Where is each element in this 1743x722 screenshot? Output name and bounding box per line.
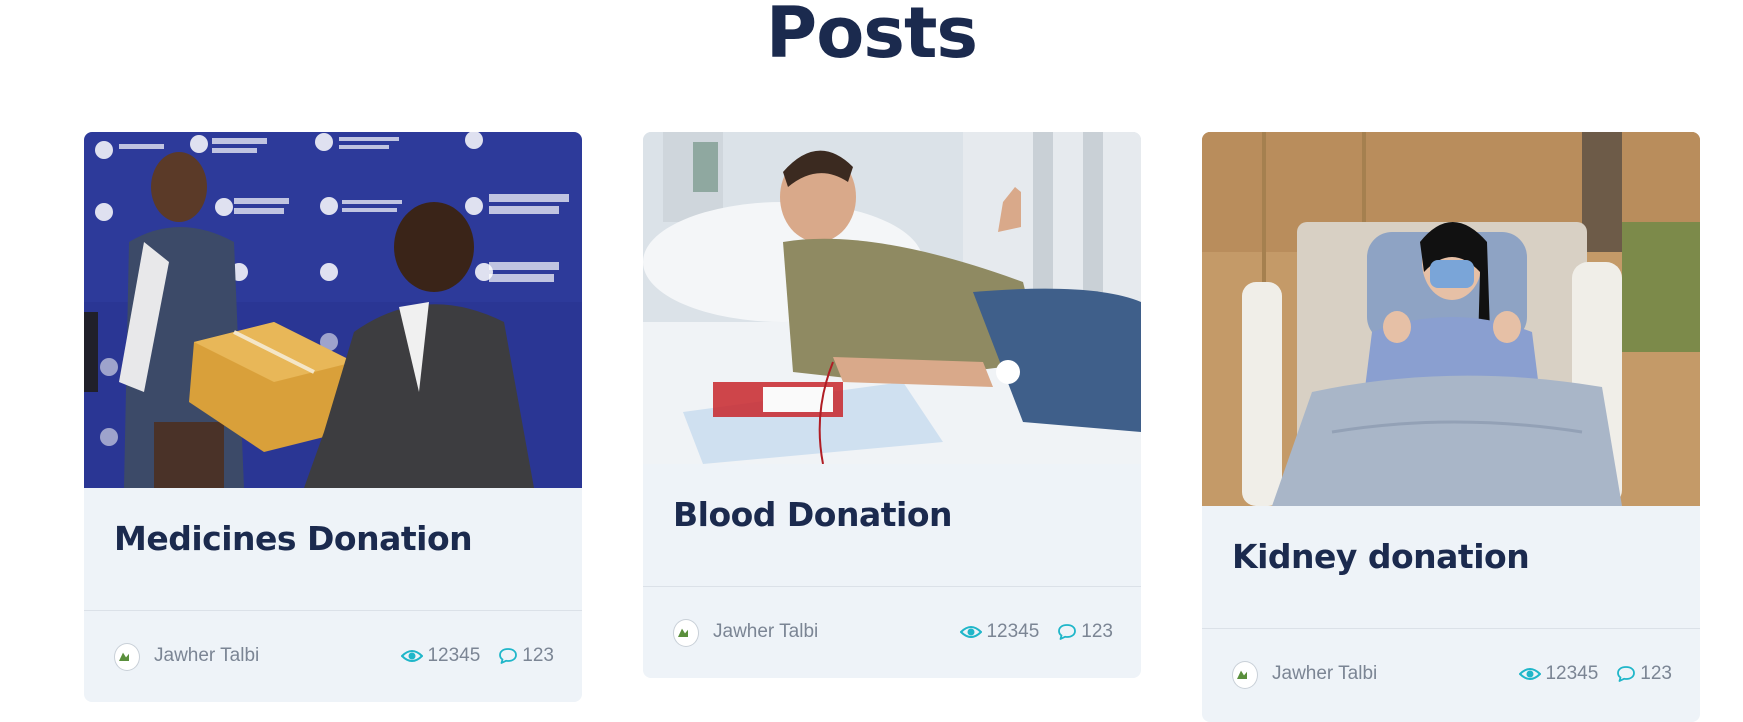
author-name[interactable]: Jawher Talbi [1272,663,1377,685]
author-avatar[interactable] [1232,661,1258,689]
comments-count: 123 [1081,621,1113,642]
post-title[interactable]: Medicines Donation [84,488,582,610]
post-meta: Jawher Talbi 12345 123 [643,587,1141,678]
comment-icon [1058,624,1077,640]
views-stat: 12345 [960,621,1039,643]
post-image-blood[interactable] [643,132,1141,464]
comments-stat: 123 [1616,663,1672,685]
comment-icon [1617,666,1636,682]
author-avatar[interactable] [673,619,699,647]
page-title: Posts [765,0,978,74]
comment-icon [499,648,518,664]
post-stats: 12345 123 [401,645,554,667]
post-image-medicines[interactable] [84,132,582,488]
post-meta: Jawher Talbi 12345 123 [1202,629,1700,721]
comments-stat: 123 [1057,621,1113,643]
comments-count: 123 [522,645,554,666]
post-card-blood[interactable]: Blood Donation Jawher Talbi 12345 123 [643,132,1141,678]
post-meta: Jawher Talbi 12345 123 [84,611,582,702]
post-card-kidney[interactable]: Kidney donation Jawher Talbi 12345 123 [1202,132,1700,722]
post-card-medicines[interactable]: Medicines Donation Jawher Talbi 12345 12… [84,132,582,702]
eye-icon [960,626,983,638]
eye-icon [1519,668,1542,680]
views-count: 12345 [1545,663,1599,684]
eye-icon [401,650,424,662]
post-stats: 12345 123 [960,621,1113,643]
views-count: 12345 [427,645,481,666]
author-avatar[interactable] [114,643,140,671]
comments-count: 123 [1640,663,1672,684]
views-count: 12345 [986,621,1040,642]
post-title[interactable]: Blood Donation [643,464,1141,586]
views-stat: 12345 [1519,663,1598,685]
post-stats: 12345 123 [1519,663,1672,685]
post-title[interactable]: Kidney donation [1202,506,1700,628]
post-image-kidney[interactable] [1202,132,1700,506]
author-name[interactable]: Jawher Talbi [154,645,259,667]
views-stat: 12345 [401,645,480,667]
comments-stat: 123 [498,645,554,667]
author-name[interactable]: Jawher Talbi [713,621,818,643]
